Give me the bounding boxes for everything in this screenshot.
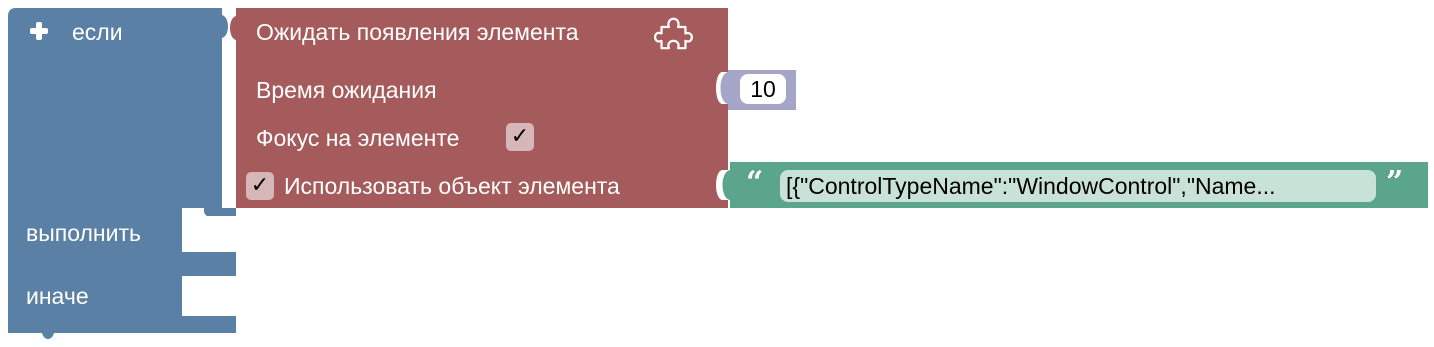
focus-label: Фокус на элементе	[256, 125, 460, 151]
if-label: если	[72, 19, 123, 45]
do-label: выполнить	[26, 220, 141, 246]
close-quote-icon: ”	[1386, 165, 1404, 200]
text-field[interactable]: [{"ControlTypeName":"WindowControl","Nam…	[786, 170, 1370, 202]
else-statement-slot[interactable]	[182, 276, 236, 316]
use-object-label: Использовать объект элемента	[284, 173, 620, 199]
plus-icon[interactable]	[28, 20, 50, 42]
puzzle-icon[interactable]	[654, 16, 694, 56]
do-notch-top	[182, 208, 236, 217]
use-object-checkbox[interactable]: ✓	[246, 172, 274, 200]
timeout-label: Время ожидания	[256, 77, 437, 103]
number-field[interactable]: 10	[740, 73, 786, 105]
wait-block-title: Ожидать появления элемента	[256, 19, 579, 45]
if-block-divider	[182, 252, 236, 276]
open-quote-icon: “	[746, 165, 764, 200]
else-label: иначе	[26, 283, 89, 309]
focus-checkbox[interactable]: ✓	[506, 123, 534, 151]
if-block-next-tab	[30, 333, 54, 339]
if-block-footer	[182, 316, 236, 333]
